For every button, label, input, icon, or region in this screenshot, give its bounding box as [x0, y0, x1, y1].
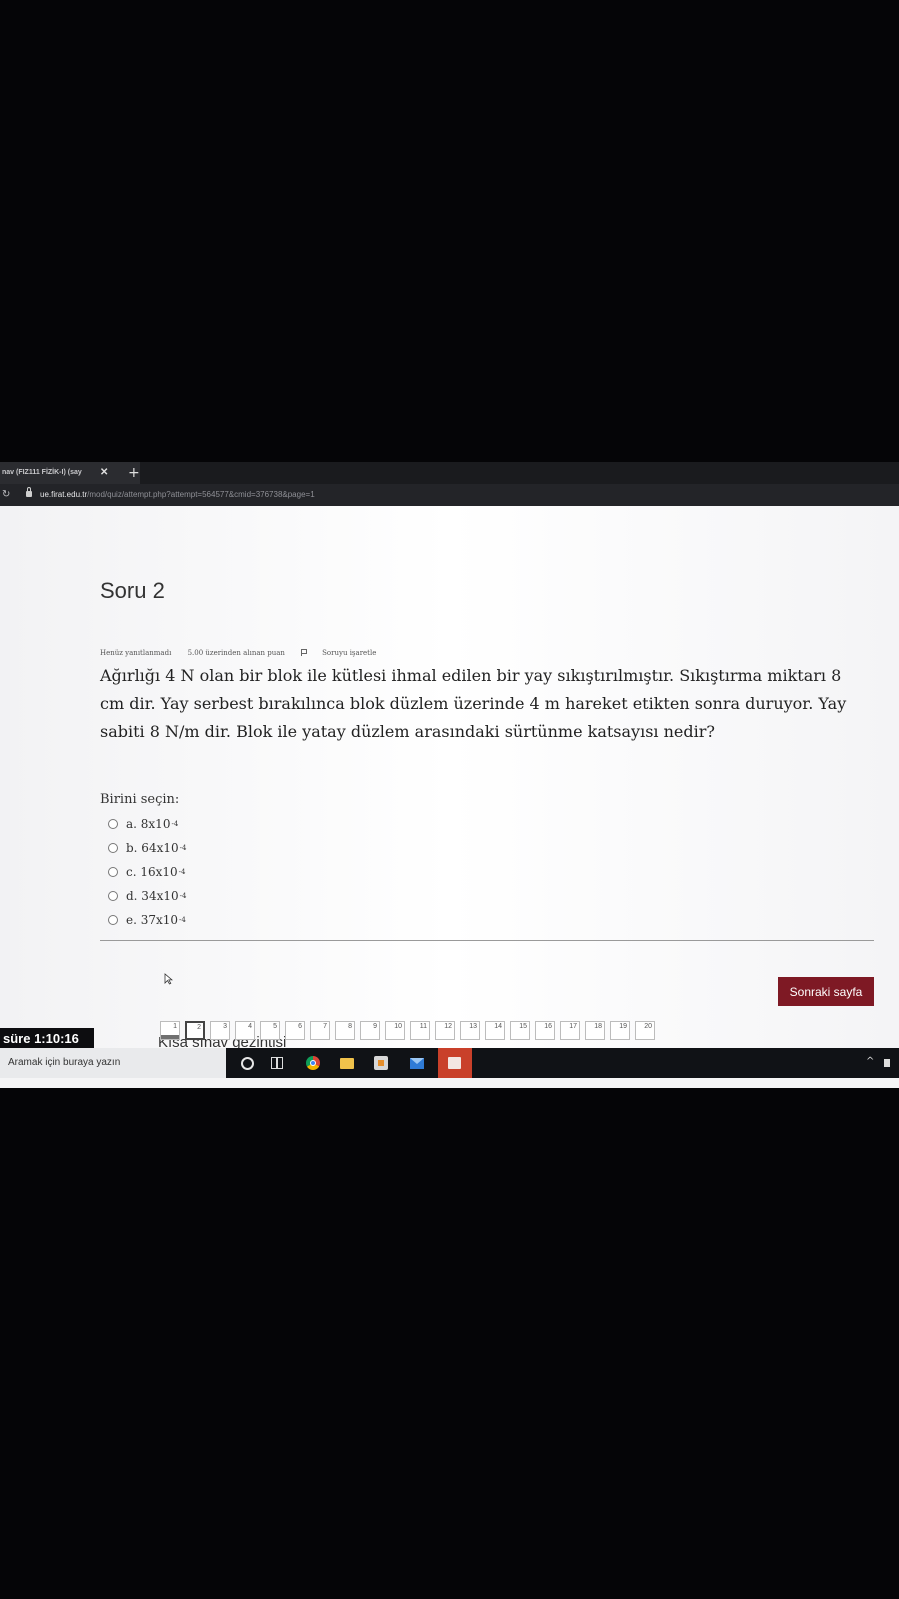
quiz-nav-button[interactable]: 4	[235, 1021, 255, 1040]
tab-title: nav (FIZ111 FİZİK-I) (say	[2, 469, 82, 476]
quiz-navigation-buttons: 1 2 3 4 5 6 7 8 9 10 11 12 13 14 15 16 17 18 19 20	[160, 1021, 660, 1040]
radio-button[interactable]	[108, 819, 118, 829]
quiz-nav-button[interactable]: 17	[560, 1021, 580, 1040]
cortana-icon[interactable]	[241, 1057, 254, 1070]
lock-icon	[26, 487, 32, 497]
answer-label: a. 8x10	[126, 817, 171, 831]
answer-label: d. 34x10	[126, 889, 179, 903]
answer-option-a[interactable]: a. 8x10 -4	[108, 812, 186, 836]
task-view-icon[interactable]	[270, 1056, 284, 1070]
quiz-nav-button[interactable]: 14	[485, 1021, 505, 1040]
answer-exponent: -4	[178, 868, 186, 876]
close-tab-icon[interactable]: ✕	[100, 462, 108, 484]
quiz-nav-button[interactable]: 7	[310, 1021, 330, 1040]
section-divider	[100, 940, 874, 941]
flag-icon	[301, 649, 308, 656]
url-host: ue.firat.edu.tr	[40, 490, 88, 499]
next-page-button[interactable]: Sonraki sayfa	[778, 977, 874, 1006]
quiz-nav-button[interactable]: 12	[435, 1021, 455, 1040]
answer-list: a. 8x10 -4 b. 64x10 -4 c. 16x10 -4 d. 34x10…	[108, 812, 186, 932]
file-explorer-icon[interactable]	[340, 1058, 354, 1069]
tray-chevron-up-icon[interactable]: ^	[866, 1056, 874, 1067]
answer-label: b. 64x10	[126, 841, 179, 855]
speaker-icon[interactable]	[884, 1059, 890, 1067]
radio-button[interactable]	[108, 915, 118, 925]
quiz-nav-button[interactable]: 6	[285, 1021, 305, 1040]
address-bar[interactable]: ↻ ue.firat.edu.tr/mod/quiz/attempt.php?a…	[0, 484, 899, 506]
answer-option-d[interactable]: d. 34x10 -4	[108, 884, 186, 908]
taskbar-search-input[interactable]: Aramak için buraya yazın	[0, 1048, 226, 1078]
quiz-nav-button[interactable]: 16	[535, 1021, 555, 1040]
radio-button[interactable]	[108, 843, 118, 853]
quiz-nav-button[interactable]: 8	[335, 1021, 355, 1040]
answer-exponent: -4	[179, 844, 187, 852]
timer: süre 1:10:16	[0, 1028, 94, 1049]
radio-button[interactable]	[108, 891, 118, 901]
answer-option-b[interactable]: b. 64x10 -4	[108, 836, 186, 860]
new-tab-icon[interactable]: +	[128, 462, 140, 484]
monitor-screen: nav (FIZ111 FİZİK-I) (say ✕ + ↻ ue.firat…	[0, 462, 899, 1098]
chrome-icon[interactable]	[306, 1056, 320, 1070]
answer-label: e. 37x10	[126, 913, 179, 927]
quiz-nav-button[interactable]: 13	[460, 1021, 480, 1040]
quiz-nav-button[interactable]: 20	[635, 1021, 655, 1040]
active-app-icon[interactable]	[438, 1048, 472, 1078]
quiz-nav-button[interactable]: 18	[585, 1021, 605, 1040]
answer-exponent: -4	[179, 892, 187, 900]
answer-exponent: -4	[179, 916, 186, 924]
url-text[interactable]: ue.firat.edu.tr/mod/quiz/attempt.php?att…	[40, 484, 315, 506]
mail-icon[interactable]	[410, 1058, 424, 1069]
quiz-nav-button[interactable]: 3	[210, 1021, 230, 1040]
answer-option-c[interactable]: c. 16x10 -4	[108, 860, 186, 884]
question-title: Soru 2	[100, 578, 165, 603]
quiz-nav-button[interactable]: 11	[410, 1021, 430, 1040]
reload-icon[interactable]: ↻	[2, 484, 10, 506]
quiz-nav-button[interactable]: 5	[260, 1021, 280, 1040]
quiz-page: Soru 2 Henüz yanıtlanmadı 5.00 üzerinden…	[0, 506, 899, 1052]
answer-prompt: Birini seçin:	[100, 792, 180, 807]
answer-exponent: -4	[171, 820, 179, 828]
quiz-nav-button[interactable]: 10	[385, 1021, 405, 1040]
quiz-nav-button[interactable]: 9	[360, 1021, 380, 1040]
answer-label: c. 16x10	[126, 865, 178, 879]
browser-tab-bar: nav (FIZ111 FİZİK-I) (say ✕ +	[0, 462, 899, 484]
browser-tab[interactable]: nav (FIZ111 FİZİK-I) (say ✕	[0, 462, 140, 484]
quiz-nav-button[interactable]: 15	[510, 1021, 530, 1040]
radio-button[interactable]	[108, 867, 118, 877]
question-text: Ağırlığı 4 N olan bir blok ile kütlesi i…	[100, 666, 847, 741]
question-info: Henüz yanıtlanmadı 5.00 üzerinden alınan…	[100, 649, 404, 657]
flag-question-link[interactable]: Soruyu işaretle	[301, 649, 390, 657]
url-path: /mod/quiz/attempt.php?attempt=564577&cmi…	[87, 490, 315, 499]
flag-question-label: Soruyu işaretle	[322, 649, 377, 657]
windows-taskbar: Aramak için buraya yazın ^	[0, 1048, 899, 1078]
answer-option-e[interactable]: e. 37x10 -4	[108, 908, 186, 932]
store-icon[interactable]	[374, 1056, 388, 1070]
quiz-nav-button[interactable]: 19	[610, 1021, 630, 1040]
quiz-nav-button[interactable]: 2	[185, 1021, 205, 1040]
question-status: Henüz yanıtlanmadı	[100, 649, 172, 657]
quiz-nav-button[interactable]: 1	[160, 1021, 180, 1040]
question-points: 5.00 üzerinden alınan puan	[187, 649, 285, 657]
